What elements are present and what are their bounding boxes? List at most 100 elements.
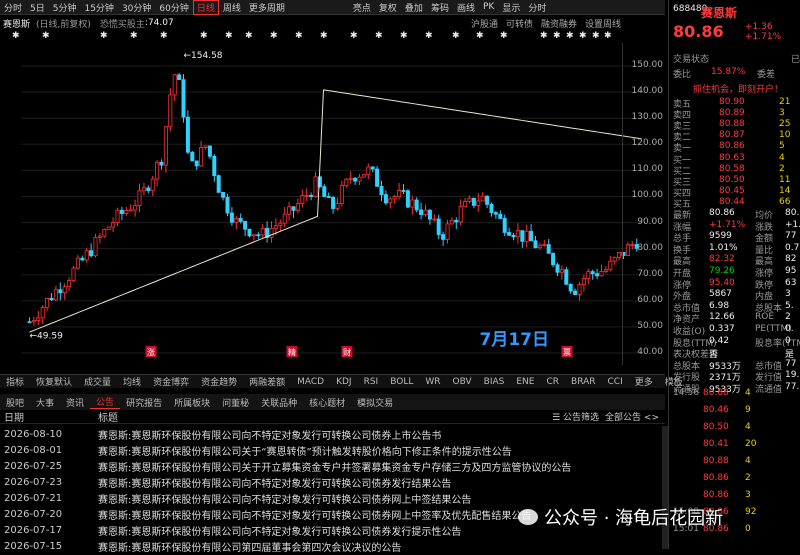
y-tick-label: 50.00 (637, 320, 663, 331)
candle-body (551, 252, 556, 266)
candle-body (586, 271, 591, 279)
news-tab-6[interactable]: 问董秘 (216, 396, 255, 409)
news-title[interactable]: 赛恩斯:赛恩斯环保股份有限公司第四届董事会第四次会议决议的公告 (98, 539, 401, 554)
subhead-link-1[interactable]: 可转债 (506, 17, 533, 30)
indicator-tab-14[interactable]: ENE (510, 377, 540, 387)
indicator-tab-18[interactable]: 更多 (629, 375, 659, 388)
news-row[interactable]: 2026-07-20 赛恩斯:赛恩斯环保股份有限公司向不特定对象发行可转换公司债券… (0, 506, 531, 523)
candle-body (524, 230, 529, 242)
candle-body (106, 226, 111, 230)
y-tick-label: 130.00 (631, 112, 664, 123)
indicator-tab-4[interactable]: 资金博弈 (147, 375, 195, 388)
toolbar-item-13[interactable]: 画线 (453, 1, 479, 14)
tick-price: 80.86 (703, 490, 729, 500)
candlestick-chart[interactable]: ←154.58 ←49.59 涨 精 财 票 7月17日 (0, 43, 665, 365)
toolbar-item-0[interactable]: 分时 (0, 1, 26, 14)
candle-body (119, 209, 124, 214)
indicator-tab-6[interactable]: 两融差额 (243, 375, 291, 388)
toolbar-item-4[interactable]: 30分钟 (118, 1, 155, 14)
news-title[interactable]: 赛恩斯:赛恩斯环保股份有限公司向不特定对象发行可转换公司债券发行结果公告 (98, 475, 451, 490)
subhead-link-2[interactable]: 融资融券 (541, 17, 577, 30)
toolbar-item-1[interactable]: 5日 (26, 1, 49, 14)
toolbar-item-5[interactable]: 60分钟 (155, 1, 192, 14)
news-tab-0[interactable]: 股吧 (0, 396, 30, 409)
stat-value: 5. (785, 300, 794, 311)
event-marker-label: 票 (563, 348, 571, 357)
indicator-tab-13[interactable]: BIAS (478, 377, 511, 387)
all-announcements-link[interactable]: 全部公告 <> (599, 410, 665, 423)
news-title[interactable]: 赛恩斯:赛恩斯环保股份有限公司向不特定对象发行可转换公司债券上市公告书 (98, 427, 441, 442)
toolbar-item-2[interactable]: 5分钟 (49, 1, 81, 14)
news-row[interactable]: 2026-07-15 赛恩斯:赛恩斯环保股份有限公司第四届董事会第四次会议决议的公… (0, 538, 401, 555)
ad-row[interactable]: 抓住机会，即刻开户！ (673, 82, 799, 95)
news-tab-8[interactable]: 核心题材 (303, 396, 351, 409)
news-row[interactable]: 2026-08-10 赛恩斯:赛恩斯环保股份有限公司向不特定对象发行可转换公司债券… (0, 426, 441, 443)
toolbar-item-7[interactable]: 周线 (219, 1, 245, 14)
news-row[interactable]: 2026-07-21 赛恩斯:赛恩斯环保股份有限公司向不特定对象发行可转换公司债券… (0, 490, 471, 507)
indicator-tab-2[interactable]: 成交量 (78, 375, 117, 388)
indicator-tab-5[interactable]: 资金趋势 (195, 375, 243, 388)
news-tab-1[interactable]: 大事 (30, 396, 60, 409)
y-tick-label: 100.00 (631, 190, 664, 201)
indicator-tab-17[interactable]: CCI (602, 377, 629, 387)
news-row[interactable]: 2026-07-23 赛恩斯:赛恩斯环保股份有限公司向不特定对象发行可转换公司债券… (0, 474, 451, 491)
toolbar-item-11[interactable]: 叠加 (401, 1, 427, 14)
indicator-tab-9[interactable]: RSI (358, 377, 385, 387)
indicator-tab-12[interactable]: OBV (447, 377, 478, 387)
indicator-tab-8[interactable]: KDJ (330, 377, 358, 387)
candle-body (111, 222, 116, 228)
news-tab-3[interactable]: 公告 (90, 395, 121, 409)
subhead-link-0[interactable]: 沪股通 (471, 17, 498, 30)
news-row[interactable]: 2026-07-17 赛恩斯:赛恩斯环保股份有限公司向不特定对象发行可转换公司债券… (0, 522, 461, 539)
candle-body (146, 187, 151, 192)
candle-body (467, 197, 472, 202)
subhead-link-3[interactable]: 设置周线 (585, 17, 621, 30)
indicator-tab-16[interactable]: BRAR (565, 377, 601, 387)
indicator-tab-7[interactable]: MACD (291, 377, 330, 387)
news-date: 2026-07-20 (4, 509, 63, 520)
candle-body (410, 199, 415, 208)
candle-body (375, 168, 380, 187)
news-title[interactable]: 赛恩斯:赛恩斯环保股份有限公司向不特定对象发行可转换公司债券网上中签结果公告 (98, 491, 471, 506)
announcement-filter[interactable]: ☰ 公告筛选 (552, 410, 599, 423)
news-tab-9[interactable]: 模拟交易 (351, 396, 399, 409)
tick-vol: 20 (745, 439, 757, 449)
indicator-tab-15[interactable]: CR (540, 377, 565, 387)
toolbar-item-16[interactable]: 分时 (524, 1, 550, 14)
event-marker-label: 精 (288, 347, 296, 357)
toolbar-item-3[interactable]: 15分钟 (80, 1, 117, 14)
indicator-tab-1[interactable]: 恢复默认 (30, 375, 78, 388)
indicator-tab-3[interactable]: 均线 (117, 375, 147, 388)
stat-row: 发行股 2371万 发行值 19. (673, 370, 799, 383)
stat-row: 净资产 12.66 ROE 2 (673, 312, 799, 325)
y-tick-label: 70.00 (637, 268, 663, 279)
news-tab-4[interactable]: 研究报告 (120, 396, 168, 409)
news-tab-7[interactable]: 关联品种 (255, 396, 303, 409)
candle-body (533, 240, 538, 249)
news-title[interactable]: 赛恩斯:赛恩斯环保股份有限公司关于“赛恩转债”预计触发转股价格向下修正条件的提示… (98, 443, 512, 458)
toolbar-item-12[interactable]: 筹码 (427, 1, 453, 14)
indicator-tab-11[interactable]: WR (419, 377, 446, 387)
candle-body (300, 195, 305, 205)
news-tab-5[interactable]: 所属板块 (168, 396, 216, 409)
bid-vol: 14 (779, 186, 791, 196)
toolbar-item-8[interactable]: 更多周期 (245, 1, 289, 14)
toolbar-item-14[interactable]: PK (479, 2, 498, 12)
toolbar-item-15[interactable]: 显示 (498, 1, 524, 14)
indicator-tab-0[interactable]: 指标 (0, 375, 30, 388)
news-row[interactable]: 2026-07-25 赛恩斯:赛恩斯环保股份有限公司关于开立募集资金专户并签署募集… (0, 458, 571, 475)
news-title[interactable]: 赛恩斯:赛恩斯环保股份有限公司向不特定对象发行可转换公司债券发行提示性公告 (98, 523, 461, 538)
toolbar-item-10[interactable]: 复权 (375, 1, 401, 14)
candle-body (612, 256, 617, 262)
news-tab-2[interactable]: 资讯 (60, 396, 90, 409)
candle-body (84, 250, 89, 261)
toolbar-item-6[interactable]: 日线 (192, 0, 219, 15)
candle-body (511, 234, 516, 238)
event-marker-label: 财 (343, 347, 351, 357)
news-row[interactable]: 2026-08-01 赛恩斯:赛恩斯环保股份有限公司关于“赛恩转债”预计触发转股价… (0, 442, 512, 459)
news-title[interactable]: 赛恩斯:赛恩斯环保股份有限公司向不特定对象发行可转换公司债券网上中签率及优先配售… (98, 507, 531, 522)
indicator-tab-10[interactable]: BOLL (384, 377, 419, 387)
news-title[interactable]: 赛恩斯:赛恩斯环保股份有限公司关于开立募集资金专户并签署募集资金专户存储三方及四… (98, 459, 571, 474)
candle-body (269, 227, 274, 238)
toolbar-item-9[interactable]: 亮点 (349, 1, 375, 14)
